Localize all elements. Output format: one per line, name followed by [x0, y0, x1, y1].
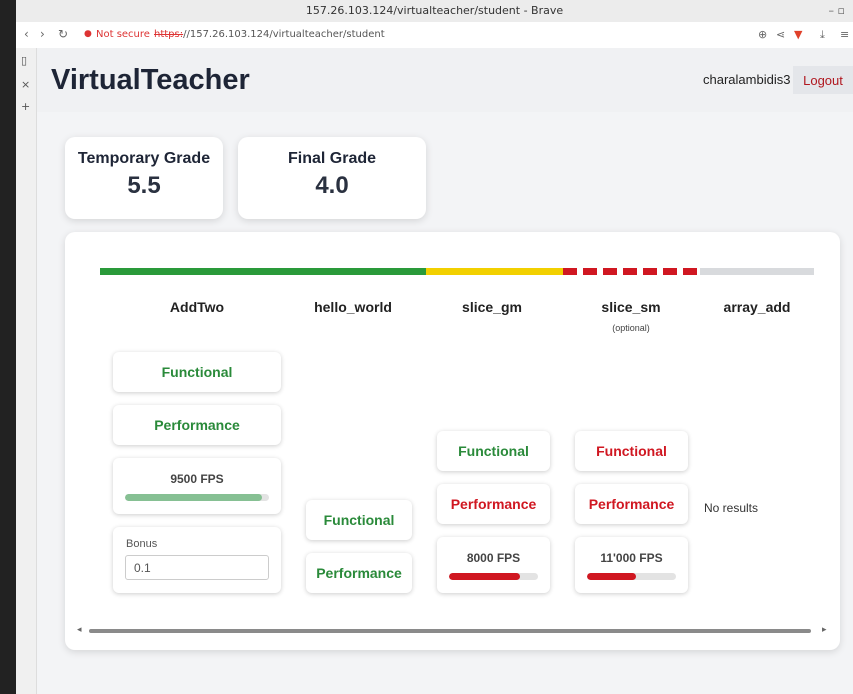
download-icon[interactable]: ⤓	[820, 28, 825, 42]
slice-gm-performance-card[interactable]: Performance	[437, 484, 550, 524]
slice-gm-fps-label: 8000 FPS	[466, 551, 521, 565]
addtwo-fps-track	[125, 494, 269, 501]
addtwo-performance-card[interactable]: Performance	[113, 405, 281, 445]
slice-gm-functional-card[interactable]: Functional	[437, 431, 550, 471]
url-scheme: https:	[154, 29, 184, 40]
slice-gm-fps-fill	[449, 573, 521, 580]
progress-segment-slice-gm	[426, 268, 563, 275]
slice-gm-fps-track	[449, 573, 538, 580]
warning-icon: ●	[84, 29, 92, 39]
app-header: VirtualTeacher charalambidis3 Logout	[37, 48, 853, 112]
horizontal-scrollbar[interactable]: ◂ ▸	[75, 624, 835, 636]
plus-icon[interactable]: +	[21, 100, 30, 113]
progress-segment-array-add	[700, 268, 814, 275]
temporary-grade-label: Temporary Grade	[77, 150, 211, 167]
desktop-edge	[0, 0, 16, 694]
browser-navbar: ‹ › ↻ ● Not secure https://157.26.103.12…	[16, 22, 853, 49]
slice-sm-performance-card[interactable]: Performance	[575, 484, 688, 524]
reload-icon[interactable]: ↻	[58, 27, 68, 41]
scroll-right-icon[interactable]: ▸	[822, 624, 827, 635]
window-title: 157.26.103.124/virtualteacher/student - …	[305, 4, 564, 17]
addtwo-fps-fill	[125, 494, 262, 501]
slice-sm-functional-card[interactable]: Functional	[575, 431, 688, 471]
final-grade-value: 4.0	[315, 172, 349, 199]
not-secure-label[interactable]: Not secure	[96, 29, 150, 40]
exercise-title-addtwo: AddTwo	[169, 299, 225, 315]
temporary-grade-card: Temporary Grade 5.5	[65, 137, 223, 219]
bonus-label: Bonus	[126, 538, 158, 550]
app-content: VirtualTeacher charalambidis3 Logout Tem…	[37, 48, 853, 694]
hello-world-functional-card[interactable]: Functional	[306, 500, 412, 540]
app-logo[interactable]: VirtualTeacher	[51, 64, 250, 97]
chevron-right-icon[interactable]: ›	[40, 27, 45, 41]
menu-icon[interactable]: ≡	[840, 28, 849, 41]
hello-world-performance-card[interactable]: Performance	[306, 553, 412, 593]
share-icon[interactable]: ⋖	[776, 28, 785, 41]
sidebar-icon[interactable]: ▯	[21, 54, 27, 67]
exercise-title-array-add: array_add	[723, 299, 791, 315]
slice-gm-fps-card[interactable]: 8000 FPS	[437, 537, 550, 593]
close-icon[interactable]: ×	[21, 78, 30, 91]
slice-sm-fps-fill	[587, 573, 636, 580]
brave-shield-icon[interactable]: ▼	[794, 28, 802, 41]
slice-sm-fps-track	[587, 573, 676, 580]
browser-sidebar: ▯ × +	[16, 48, 37, 694]
final-grade-label: Final Grade	[287, 150, 377, 167]
exercise-title-slice-gm: slice_gm	[462, 299, 522, 315]
addtwo-bonus-card: Bonus	[113, 527, 281, 593]
window-titlebar: 157.26.103.124/virtualteacher/student - …	[16, 0, 853, 22]
slice-sm-fps-card[interactable]: 11'000 FPS	[575, 537, 688, 593]
progress-segment-addtwo	[100, 268, 262, 275]
slice-sm-fps-label: 11'000 FPS	[600, 551, 663, 565]
temporary-grade-value: 5.5	[127, 172, 161, 199]
exercises-panel: AddTwo hello_world slice_gm slice_sm (op…	[65, 232, 840, 650]
username: charalambidis3	[703, 72, 791, 87]
exercise-title-hello-world: hello_world	[314, 299, 392, 315]
logout-button[interactable]: Logout	[793, 66, 853, 94]
scroll-left-icon[interactable]: ◂	[77, 624, 82, 635]
address-bar[interactable]: https://157.26.103.124/virtualteacher/st…	[154, 29, 385, 40]
bonus-input[interactable]	[125, 555, 269, 580]
progress-segment-hello-world	[262, 268, 426, 275]
exercise-title-slice-sm: slice_sm	[601, 299, 661, 315]
final-grade-card: Final Grade 4.0	[238, 137, 426, 219]
addtwo-fps-card[interactable]: 9500 FPS	[113, 458, 281, 514]
chevron-left-icon[interactable]: ‹	[24, 27, 29, 41]
addtwo-functional-card[interactable]: Functional	[113, 352, 281, 392]
zoom-icon[interactable]: ⊕	[758, 28, 767, 41]
scrollbar-thumb[interactable]	[89, 629, 811, 633]
array-add-no-results: No results	[704, 501, 759, 515]
exercise-subtitle-optional: (optional)	[612, 323, 650, 333]
url-path: //157.26.103.124/virtualteacher/student	[183, 29, 385, 40]
progress-segment-slice-sm	[563, 268, 700, 275]
window-controls[interactable]: – ▫	[829, 0, 845, 22]
addtwo-fps-label: 9500 FPS	[170, 472, 224, 486]
